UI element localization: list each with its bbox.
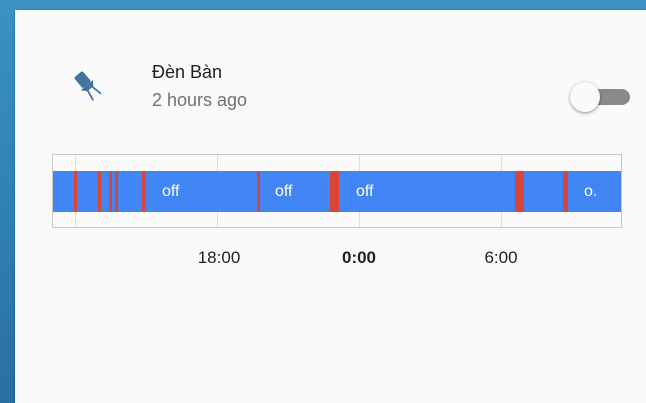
state-on-segment[interactable] [563,171,568,212]
entity-card: Đèn Bàn 2 hours ago off off off o. 18:00… [15,10,646,403]
state-on-segment[interactable] [515,171,524,212]
segment-label-off: off [356,183,374,200]
history-timeline[interactable]: off off off o. [52,154,622,228]
state-on-segment[interactable] [142,171,145,212]
entity-toggle-switch[interactable] [570,82,632,112]
state-on-segment[interactable] [109,171,112,212]
axis-tick-label: 6:00 [484,248,518,267]
segment-label-off-truncated: o. [584,183,598,200]
segment-label-off: off [275,183,293,200]
state-on-segment[interactable] [257,171,260,212]
timeline-bar[interactable]: off off off o. [53,171,621,212]
toggle-thumb[interactable] [570,82,600,112]
axis-tick-label: 18:00 [197,248,241,267]
entity-name[interactable]: Đèn Bàn [152,62,222,83]
state-on-segment[interactable] [115,171,118,212]
segment-label-off: off [162,183,180,200]
last-changed-time: 2 hours ago [152,90,248,110]
state-on-segment[interactable] [74,171,77,212]
desk-lamp-icon [67,65,107,105]
state-on-segment[interactable] [98,171,101,212]
state-on-segment[interactable] [330,171,339,212]
axis-tick-label-midnight: 0:00 [341,248,377,267]
